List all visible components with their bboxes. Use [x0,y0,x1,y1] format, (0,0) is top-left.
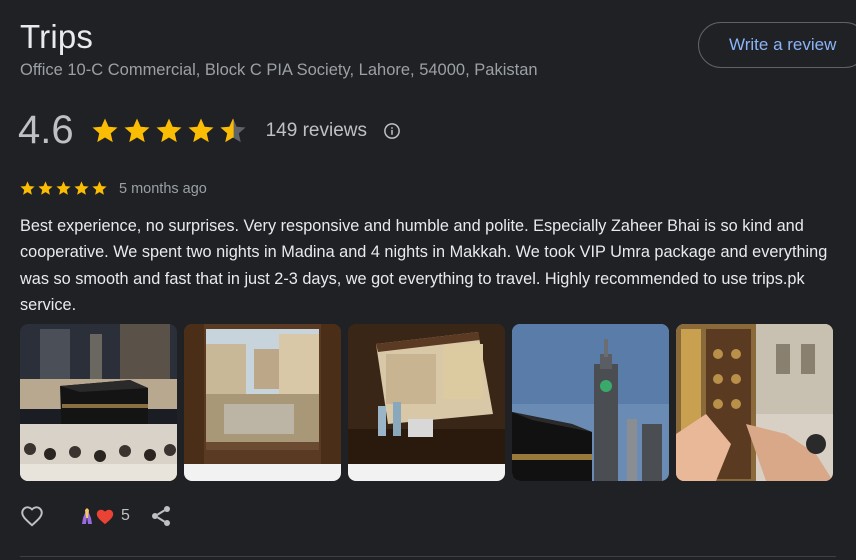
review-actions: 5 [19,503,173,529]
review-stars [19,180,109,197]
review-meta: 5 months ago [19,180,207,197]
rating-stars [90,116,250,146]
business-title: Trips [20,18,94,55]
rating-summary: 4.6 149 reviews [18,108,401,153]
write-review-button[interactable]: Write a review [698,22,856,68]
star-icon [20,181,35,195]
review-photo[interactable] [348,324,505,481]
review-photo[interactable] [20,324,177,481]
review-photos [20,324,840,481]
review-photo[interactable] [676,324,833,481]
reaction-count: 5 [121,507,130,524]
reactions-summary[interactable]: 5 [79,506,130,526]
review-date: 5 months ago [119,180,207,197]
write-review-label: Write a review [729,35,837,54]
half-star-icon [220,118,246,142]
star-icon [188,118,214,142]
review-text: Best experience, no surprises. Very resp… [20,217,828,314]
star-icon [56,181,71,195]
review-photo[interactable] [184,324,341,481]
review-photo[interactable] [512,324,669,481]
star-icon [124,118,150,142]
star-icon [92,118,118,142]
star-icon [74,181,89,195]
share-icon[interactable] [149,504,173,528]
star-icon [92,181,107,195]
business-address: Office 10-C Commercial, Block C PIA Soci… [20,61,538,79]
info-icon[interactable] [383,122,401,140]
rating-value: 4.6 [18,108,74,152]
star-icon [38,181,53,195]
like-heart-icon[interactable] [19,503,45,529]
heart-icon [96,509,114,525]
star-icon [156,118,182,142]
reviews-count[interactable]: 149 reviews [266,120,367,142]
pray-icon [82,508,92,524]
section-divider [20,556,836,557]
